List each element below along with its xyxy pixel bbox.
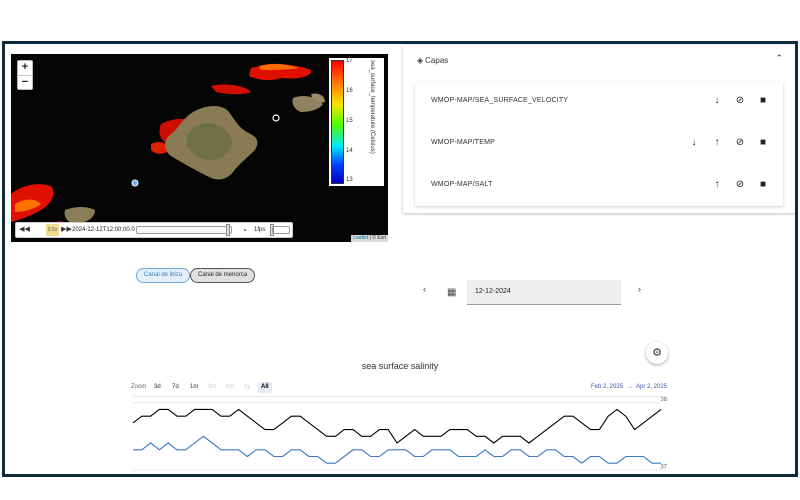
next-date-button[interactable]: › — [638, 284, 641, 294]
zoom-7d-button[interactable]: 7d — [169, 382, 182, 393]
eye-off-icon[interactable]: ⊘ — [733, 178, 747, 192]
speedometer-icon: ◔ — [242, 226, 247, 235]
legend-color-bar — [331, 60, 344, 184]
speed-button[interactable]: 0.5x — [46, 224, 59, 236]
current-datetime: 2024-12-12T12:00:00.0 — [72, 227, 135, 233]
range-arrow: → — [627, 384, 633, 390]
legend-tick: 14 — [346, 148, 353, 154]
eye-off-icon[interactable]: ⊘ — [733, 136, 747, 150]
eye-off-icon[interactable]: ⊘ — [733, 94, 747, 108]
delete-icon[interactable]: ■ — [756, 178, 770, 192]
prev-date-button[interactable]: ‹ — [423, 284, 426, 294]
zoom-in-button[interactable]: + — [18, 61, 32, 75]
fps-slider[interactable] — [272, 226, 290, 234]
legend-tick: 17 — [346, 58, 353, 64]
chevron-up-icon[interactable]: ⌃ — [775, 53, 783, 64]
zoom-6m-button: 6m — [226, 384, 235, 390]
app-frame: + − ⚙ 17 16 15 14 13 sea_surface_tempera… — [2, 41, 798, 477]
legend-title: sea_surface_temperature (Celsius) — [369, 60, 375, 154]
series-line-1[interactable] — [133, 435, 661, 464]
gear-icon: ⚙ — [652, 347, 662, 359]
layer-row: WMOP-MAP/TEMP ↓ ↑ ⊘ ■ — [415, 124, 783, 166]
y-tick-label: 37 — [660, 464, 667, 470]
leaflet-link[interactable]: Leaflet — [353, 235, 368, 241]
salinity-chart[interactable]: 38 37 — [133, 396, 668, 477]
range-to[interactable]: Apr 2, 2025 — [636, 384, 667, 390]
zoom-3m-button: 3m — [208, 384, 217, 390]
delete-icon[interactable]: ■ — [756, 94, 770, 108]
legend-tick: 16 — [346, 88, 353, 94]
chart-title: sea surface salinity — [361, 361, 439, 371]
date-input[interactable]: 12-12-2024 — [467, 280, 621, 305]
series-line-0[interactable] — [133, 408, 662, 444]
map-attribution: Leaflet | © Esri — [351, 235, 388, 242]
range-from[interactable]: Feb 2, 2025 — [591, 384, 623, 390]
zoom-out-button[interactable]: − — [18, 75, 32, 89]
layer-row: WMOP-MAP/SEA_SURFACE_VELOCITY ↓ ⊘ ■ — [415, 82, 783, 124]
layers-header[interactable]: ◈ Capas — [417, 56, 448, 65]
arrow-down-icon[interactable]: ↓ — [710, 94, 724, 108]
y-tick-label: 38 — [660, 397, 667, 403]
zoom-label: Zoom — [131, 384, 147, 390]
date-picker[interactable]: ▦ 12-12-2024 — [441, 280, 621, 305]
zoom-1m-button[interactable]: 1m — [187, 382, 201, 393]
tab-canal-de-menorca[interactable]: Canal de menorca — [190, 268, 256, 283]
date-value: 12-12-2024 — [475, 288, 511, 295]
layers-icon: ◈ — [417, 56, 424, 65]
esri-credit: © Esri — [372, 235, 386, 241]
arrow-up-icon[interactable]: ↑ — [710, 136, 724, 150]
arrow-down-icon[interactable]: ↓ — [687, 136, 701, 150]
layer-row: WMOP-MAP/SALT ↑ ⊘ ■ — [415, 166, 783, 208]
zoom-all-button[interactable]: All — [258, 382, 272, 393]
layer-name: WMOP-MAP/SALT — [431, 181, 493, 188]
map-zoom-control: + − — [17, 60, 33, 90]
time-slider-knob[interactable] — [226, 224, 230, 236]
play-backward-button[interactable] — [31, 224, 44, 236]
layers-list: WMOP-MAP/SEA_SURFACE_VELOCITY ↓ ⊘ ■ WMOP… — [415, 82, 783, 206]
step-back-button[interactable]: ◀◀ — [18, 224, 31, 236]
calendar-icon[interactable]: ▦ — [447, 287, 456, 298]
map-view[interactable]: + − ⚙ 17 16 15 14 13 sea_surface_tempera… — [11, 54, 388, 242]
layer-name: WMOP-MAP/SEA_SURFACE_VELOCITY — [431, 97, 569, 104]
legend-tick: 15 — [346, 118, 353, 124]
delete-icon[interactable]: ■ — [756, 136, 770, 150]
color-legend: 17 16 15 14 13 sea_surface_temperature (… — [329, 58, 384, 186]
layers-title: Capas — [425, 56, 449, 65]
time-slider[interactable] — [136, 226, 232, 234]
tab-canal-de-ibiza[interactable]: Canal de ibiza — [136, 268, 191, 283]
zoom-1y-button: 1y — [244, 384, 251, 390]
arrow-up-icon[interactable]: ↑ — [710, 178, 724, 192]
fps-label: 1fps — [254, 227, 266, 233]
time-dimension-control: ◀◀ 0.5x ▶▶ 2024-12-12T12:00:00.0 ◔ 1fps — [15, 222, 293, 238]
zoom-3d-button[interactable]: 3d — [151, 382, 164, 393]
layer-name: WMOP-MAP/TEMP — [431, 139, 496, 146]
legend-tick: 13 — [346, 177, 353, 183]
layers-panel: ◈ Capas ⌃ WMOP-MAP/SEA_SURFACE_VELOCITY ↓… — [403, 45, 795, 213]
